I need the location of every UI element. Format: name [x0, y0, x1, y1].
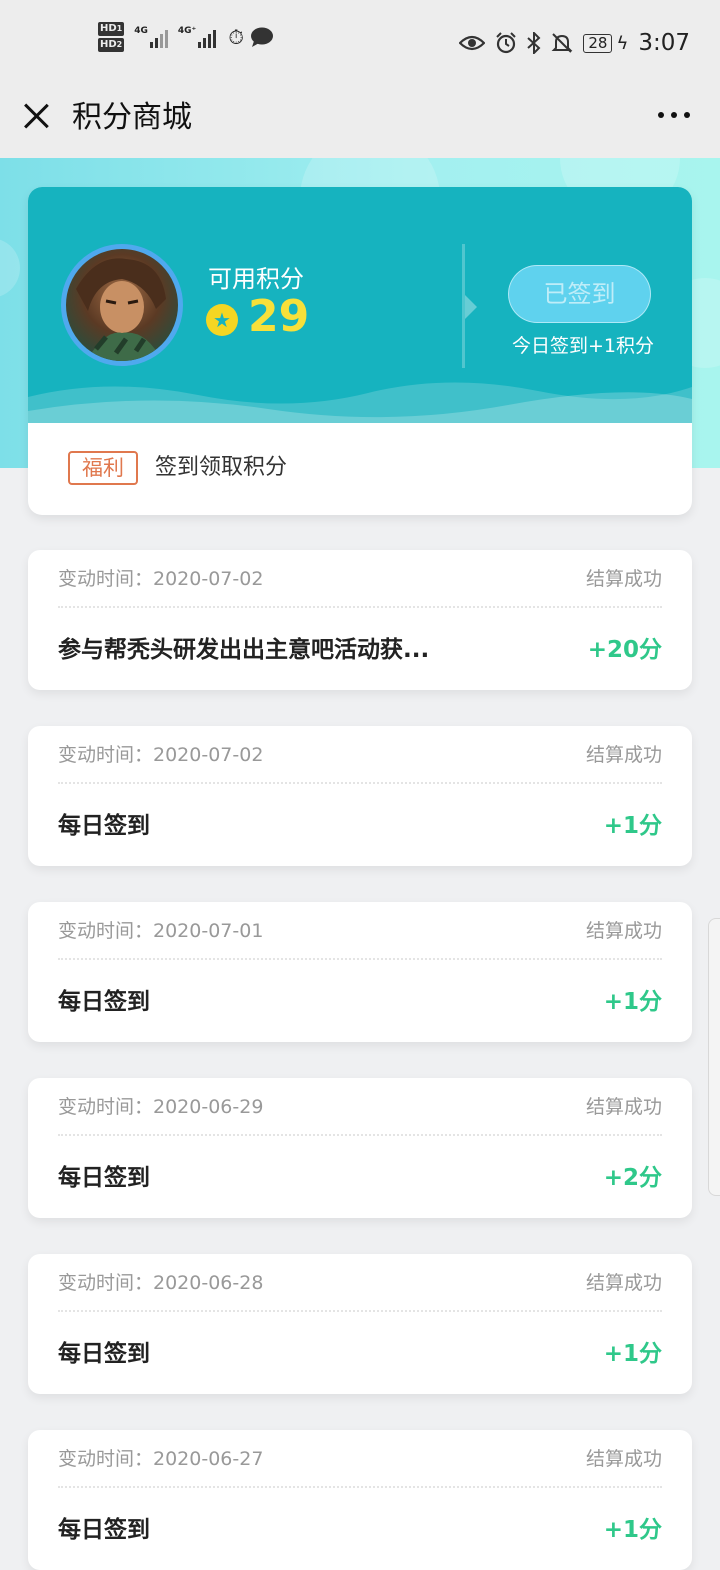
record-time: 变动时间：2020-07-02 [58, 744, 264, 766]
record-time: 变动时间：2020-07-02 [58, 568, 264, 590]
battery-icon: 28 [583, 33, 613, 53]
record-card[interactable]: 变动时间：2020-07-01 结算成功 每日签到 +1分 [28, 902, 692, 1042]
record-status: 结算成功 [585, 1448, 662, 1470]
dot-icon [658, 112, 664, 118]
close-icon[interactable] [18, 98, 54, 134]
clock-time: 3:07 [638, 30, 690, 56]
status-left: HD1 HD2 4G 4G⁺ ⏱ [98, 22, 274, 52]
welfare-text: 签到领取积分 [155, 455, 288, 480]
bell-muted-icon [551, 33, 573, 53]
charging-icon: ϟ [616, 32, 629, 54]
dotted-divider [58, 958, 662, 960]
record-title: 每日签到 [58, 1341, 150, 1367]
record-title: 每日签到 [58, 989, 150, 1015]
avatar-image [76, 258, 166, 361]
more-options-button[interactable] [658, 112, 690, 118]
record-points: +1分 [603, 989, 662, 1015]
sign-in-hint: 今日签到+1积分 [512, 335, 655, 357]
record-status: 结算成功 [585, 1096, 662, 1118]
points-row: ★ 29 [206, 291, 309, 343]
points-label: 可用积分 [208, 265, 304, 293]
dotted-divider [58, 606, 662, 608]
record-points: +1分 [603, 813, 662, 839]
record-title: 每日签到 [58, 1165, 150, 1191]
points-header: 可用积分 ★ 29 已签到 今日签到+1积分 [28, 187, 692, 423]
alarm-icon [496, 32, 517, 54]
dotted-divider [58, 1134, 662, 1136]
hd-indicators: HD1 HD2 [98, 22, 125, 52]
record-time: 变动时间：2020-06-29 [58, 1096, 264, 1118]
record-time: 变动时间：2020-07-01 [58, 920, 264, 942]
signal-icon-1: 4G [134, 26, 168, 48]
signal-icon-2: 4G⁺ [178, 26, 217, 48]
record-time: 变动时间：2020-06-28 [58, 1272, 264, 1294]
record-status: 结算成功 [585, 568, 662, 590]
record-card[interactable]: 变动时间：2020-07-02 结算成功 每日签到 +1分 [28, 726, 692, 866]
timer-icon: ⏱ [228, 25, 244, 49]
record-title: 每日签到 [58, 1517, 150, 1543]
dotted-divider [58, 782, 662, 784]
status-bar: HD1 HD2 4G 4G⁺ ⏱ 28 ϟ 3:07 [0, 0, 720, 88]
record-title: 每日签到 [58, 813, 150, 839]
record-card[interactable]: 变动时间：2020-06-27 结算成功 每日签到 +1分 [28, 1430, 692, 1570]
record-title: 参与帮秃头研发出出主意吧活动获... [58, 637, 430, 663]
record-points: +20分 [587, 637, 662, 663]
signed-in-button[interactable]: 已签到 [508, 265, 651, 323]
dot-icon [671, 112, 677, 118]
points-value: 29 [248, 291, 310, 342]
record-points: +2分 [603, 1165, 662, 1191]
record-status: 结算成功 [585, 1272, 662, 1294]
scrollbar[interactable] [708, 918, 720, 1196]
record-card[interactable]: 变动时间：2020-07-02 结算成功 参与帮秃头研发出出主意吧活动获... … [28, 550, 692, 690]
wave-decoration [28, 382, 692, 423]
record-status: 结算成功 [585, 920, 662, 942]
chat-bubble-icon [250, 27, 273, 47]
welfare-row[interactable]: 福利 签到领取积分 [28, 423, 692, 515]
divider-arrow-icon [465, 295, 477, 319]
hd-icon-1: HD1 [98, 22, 125, 36]
record-status: 结算成功 [585, 744, 662, 766]
bluetooth-icon [527, 32, 541, 54]
dotted-divider [58, 1310, 662, 1312]
record-card[interactable]: 变动时间：2020-06-29 结算成功 每日签到 +2分 [28, 1078, 692, 1218]
record-time: 变动时间：2020-06-27 [58, 1448, 264, 1470]
record-points: +1分 [603, 1517, 662, 1543]
status-right: 28 ϟ 3:07 [459, 30, 690, 56]
welfare-tag: 福利 [68, 451, 138, 485]
record-points: +1分 [603, 1341, 662, 1367]
dotted-divider [58, 1486, 662, 1488]
eye-icon [459, 35, 486, 51]
star-coin-icon: ★ [206, 304, 238, 336]
avatar[interactable] [61, 244, 183, 366]
record-card[interactable]: 变动时间：2020-06-28 结算成功 每日签到 +1分 [28, 1254, 692, 1394]
page-title: 积分商城 [72, 100, 192, 135]
user-points-card: 可用积分 ★ 29 已签到 今日签到+1积分 福利 签到领取积分 [28, 187, 692, 515]
nav-bar: 积分商城 [0, 88, 720, 158]
dot-icon [684, 112, 690, 118]
hd-icon-2: HD2 [98, 38, 125, 52]
